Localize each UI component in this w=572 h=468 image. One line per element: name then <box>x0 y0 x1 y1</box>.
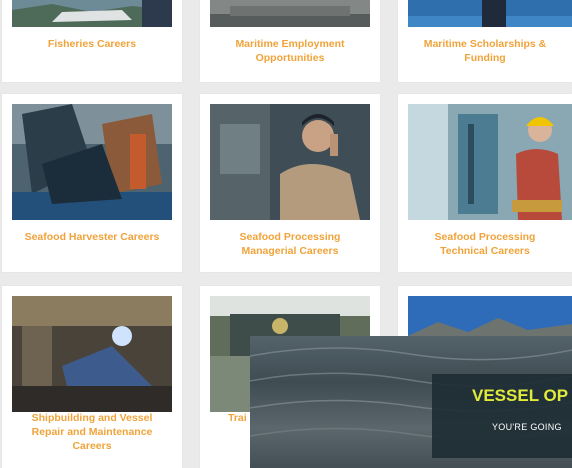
seafood-managerial-photo[interactable] <box>210 104 370 220</box>
career-card-fisheries[interactable]: Fisheries Careers <box>2 0 182 82</box>
career-card-seafood-managerial[interactable]: Seafood Processing Managerial Careers <box>200 94 380 272</box>
card-title[interactable]: Shipbuilding and Vessel Repair and Maint… <box>2 411 182 453</box>
career-card-scholarships[interactable]: Maritime Scholarships & Funding <box>398 0 572 82</box>
career-card-shipbuilding[interactable]: Shipbuilding and Vessel Repair and Maint… <box>2 286 182 468</box>
overlay-subtitle: YOU'RE GOING <box>492 422 562 432</box>
card-title[interactable]: Maritime Scholarships & Funding <box>398 37 572 65</box>
career-card-maritime-employment[interactable]: Maritime Employment Opportunities <box>200 0 380 82</box>
card-title[interactable]: Seafood Processing Technical Careers <box>398 230 572 258</box>
fisheries-photo[interactable] <box>12 0 172 27</box>
seafood-technical-photo[interactable] <box>408 104 572 220</box>
shipbuilding-photo[interactable] <box>12 296 172 412</box>
seafood-harvester-photo[interactable] <box>12 104 172 220</box>
card-title[interactable]: Seafood Processing Managerial Careers <box>200 230 380 258</box>
scholarships-photo[interactable] <box>408 0 572 27</box>
career-card-seafood-harvester[interactable]: Seafood Harvester Careers <box>2 94 182 272</box>
card-title[interactable]: Fisheries Careers <box>2 37 182 51</box>
video-overlay[interactable]: VESSEL OP YOU'RE GOING <box>250 336 572 468</box>
card-title[interactable]: Maritime Employment Opportunities <box>200 37 380 65</box>
maritime-employment-photo[interactable] <box>210 0 370 27</box>
card-title[interactable]: Seafood Harvester Careers <box>2 230 182 244</box>
overlay-banner: VESSEL OP YOU'RE GOING <box>432 374 572 458</box>
career-card-seafood-technical[interactable]: Seafood Processing Technical Careers <box>398 94 572 272</box>
overlay-title: VESSEL OP <box>472 386 569 405</box>
